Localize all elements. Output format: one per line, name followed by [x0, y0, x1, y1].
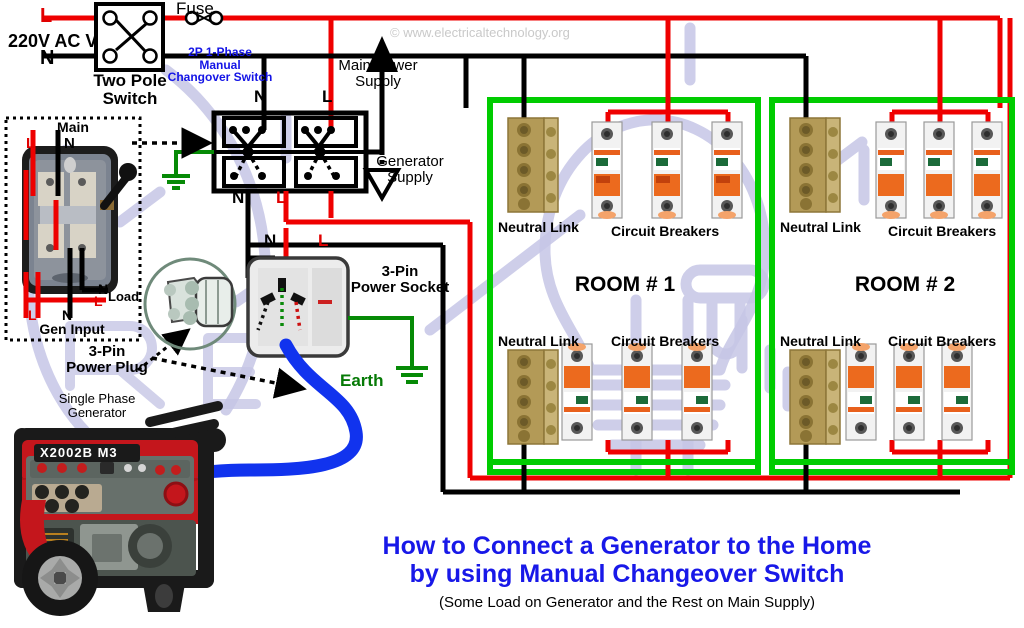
breakers-room2-lower — [845, 343, 973, 441]
diagram-title-line2: by using Manual Changeover Switch — [409, 560, 845, 588]
supply-neutral-label: N — [40, 47, 55, 69]
fuse-label: Fuse — [176, 0, 214, 18]
diagram-subtitle: (Some Load on Generator and the Rest on … — [438, 594, 816, 611]
socket-live-label: L — [318, 231, 329, 250]
room1-lower-breakers-label: Circuit Breakers — [611, 333, 720, 349]
room2-upper-neutral-link-label: Neutral Link — [780, 219, 861, 235]
photo-main-neutral-label: N — [64, 135, 75, 152]
generator-supply-label: Generator Supply — [376, 153, 444, 186]
generator-model-text: X2002B M3 — [40, 445, 118, 460]
photo-gen-live-right-label: L — [94, 293, 103, 309]
breakers-room1-upper — [591, 121, 743, 219]
photo-load-label: Load — [108, 289, 140, 304]
photo-gen-input-label: Gen Input — [39, 321, 105, 337]
room1-lower-neutral-link-label: Neutral Link — [498, 333, 579, 349]
room2-lower-breakers-label: Circuit Breakers — [888, 333, 997, 349]
room1-upper-breakers-label: Circuit Breakers — [611, 223, 720, 239]
socket-neutral-label: N — [264, 231, 277, 250]
room2-upper-breakers-label: Circuit Breakers — [888, 223, 997, 239]
changeover-top-neutral-label: N — [254, 87, 267, 106]
main-power-supply-label: Main Power Supply — [338, 57, 418, 90]
changeover-top-live-label: L — [322, 87, 333, 106]
diagram-canvas: L 220V AC V N Fuse Two Pole Switch © www… — [0, 0, 1024, 628]
diagram-title-line1: How to Connect a Generator to the Home — [382, 532, 872, 560]
room1-upper-neutral-link-label: Neutral Link — [498, 219, 579, 235]
neutral-link-room2-upper — [789, 117, 841, 213]
breakers-room2-upper — [875, 121, 1003, 219]
room1-name: ROOM # 1 — [574, 273, 676, 296]
changeover-bottom-live-label: L — [276, 188, 287, 207]
generator-title: Single Phase Generator — [58, 391, 136, 420]
breakers-room1-lower — [561, 343, 713, 441]
photo-main-live-label: L — [26, 135, 36, 152]
photo-gen-live-label: L — [28, 307, 37, 323]
neutral-link-room1-upper — [507, 117, 559, 213]
watermark-text: © www.electricaltechnology.org — [390, 25, 570, 40]
neutral-link-room1-lower — [507, 349, 559, 445]
plug-title: 3-Pin Power Plug — [66, 343, 148, 376]
room2-name: ROOM # 2 — [854, 273, 956, 296]
changeover-bottom-neutral-label: N — [232, 188, 245, 207]
changeover-switch-title: 2P 1-Phase Manual Changover Switch — [167, 45, 273, 85]
supply-line-label: L — [40, 5, 53, 27]
photo-main-label: Main — [57, 119, 89, 135]
socket-title: 3-Pin Power Socket — [350, 263, 450, 296]
neutral-link-room2-lower — [789, 349, 841, 445]
room2-lower-neutral-link-label: Neutral Link — [780, 333, 861, 349]
socket-earth-label: Earth — [340, 371, 384, 390]
